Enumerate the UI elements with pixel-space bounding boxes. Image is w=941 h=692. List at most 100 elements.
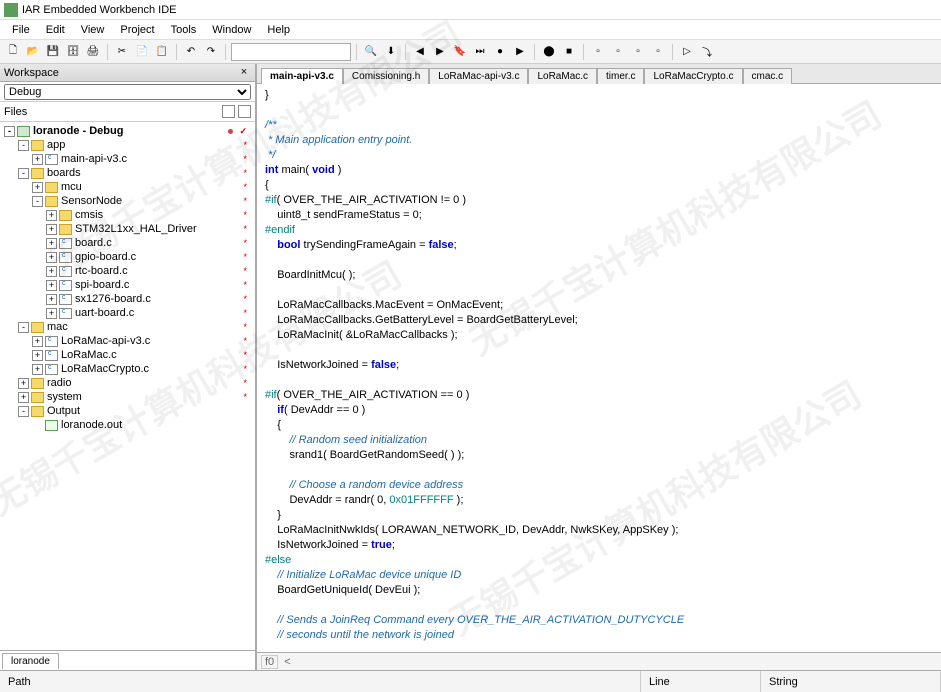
- code-line[interactable]: IsNetworkJoined = false;: [265, 358, 933, 373]
- code-line[interactable]: #if( OVER_THE_AIR_ACTIVATION != 0 ): [265, 193, 933, 208]
- code-line[interactable]: // Initialize LoRaMac device unique ID: [265, 568, 933, 583]
- expand-icon[interactable]: -: [18, 406, 29, 417]
- close-icon[interactable]: ×: [237, 66, 251, 80]
- tree-item[interactable]: -SensorNode*: [0, 194, 255, 208]
- editor-tab[interactable]: LoRaMac-api-v3.c: [429, 68, 528, 84]
- code-line[interactable]: */: [265, 148, 933, 163]
- code-line[interactable]: srand1( BoardGetRandomSeed( ) );: [265, 448, 933, 463]
- menu-view[interactable]: View: [73, 24, 113, 36]
- print-button[interactable]: 🖨: [84, 43, 102, 61]
- code-line[interactable]: }: [265, 508, 933, 523]
- bookmarknext-button[interactable]: ⏭: [471, 43, 489, 61]
- code-line[interactable]: BoardInitMcu( );: [265, 268, 933, 283]
- tree-item[interactable]: +sx1276-board.c*: [0, 292, 255, 306]
- menu-file[interactable]: File: [4, 24, 38, 36]
- code-line[interactable]: IsNetworkJoined = true;: [265, 538, 933, 553]
- expand-icon[interactable]: +: [32, 350, 43, 361]
- expand-icon[interactable]: +: [46, 238, 57, 249]
- toolbar-combo[interactable]: [231, 43, 351, 61]
- editor-tab[interactable]: Comissioning.h: [343, 68, 429, 84]
- tree-item[interactable]: -mac*: [0, 320, 255, 334]
- editor-tab[interactable]: timer.c: [597, 68, 644, 84]
- go-button[interactable]: ▷: [678, 43, 696, 61]
- code-line[interactable]: [265, 283, 933, 298]
- open-button[interactable]: 📂: [24, 43, 42, 61]
- nav2-button[interactable]: ▶: [431, 43, 449, 61]
- run-button[interactable]: ▶: [511, 43, 529, 61]
- menu-window[interactable]: Window: [204, 24, 259, 36]
- expand-icon[interactable]: +: [46, 252, 57, 263]
- expand-icon[interactable]: +: [32, 154, 43, 165]
- code-line[interactable]: #else: [265, 553, 933, 568]
- tree-item[interactable]: loranode.out: [0, 418, 255, 432]
- menu-help[interactable]: Help: [259, 24, 298, 36]
- code-line[interactable]: BoardGetUniqueId( DevEui );: [265, 583, 933, 598]
- expand-icon[interactable]: +: [18, 392, 29, 403]
- tree-item[interactable]: +board.c*: [0, 236, 255, 250]
- tree-item[interactable]: +uart-board.c*: [0, 306, 255, 320]
- expand-icon[interactable]: +: [46, 210, 57, 221]
- expand-icon[interactable]: +: [46, 294, 57, 305]
- code-line[interactable]: // Choose a random device address: [265, 478, 933, 493]
- expand-icon[interactable]: +: [46, 266, 57, 277]
- code-line[interactable]: {: [265, 418, 933, 433]
- code-line[interactable]: }: [265, 88, 933, 103]
- tree-item[interactable]: +LoRaMacCrypto.c*: [0, 362, 255, 376]
- d2-button[interactable]: ▫: [609, 43, 627, 61]
- expand-icon[interactable]: -: [18, 140, 29, 151]
- menu-tools[interactable]: Tools: [163, 24, 205, 36]
- tree-item[interactable]: +main-api-v3.c*: [0, 152, 255, 166]
- menu-project[interactable]: Project: [112, 24, 162, 36]
- code-line[interactable]: // Random seed initialization: [265, 433, 933, 448]
- code-line[interactable]: LoRaMacCallbacks.MacEvent = OnMacEvent;: [265, 298, 933, 313]
- expand-icon[interactable]: +: [18, 378, 29, 389]
- code-line[interactable]: [265, 253, 933, 268]
- code-editor[interactable]: } /** * Main application entry point. */…: [257, 84, 941, 652]
- expand-icon[interactable]: -: [18, 168, 29, 179]
- save-button[interactable]: 💾: [44, 43, 62, 61]
- expand-icon[interactable]: -: [32, 196, 43, 207]
- scroll-left-icon[interactable]: <: [284, 656, 290, 668]
- code-line[interactable]: [265, 463, 933, 478]
- config-combo[interactable]: Debug: [0, 82, 255, 102]
- tree-item[interactable]: +gpio-board.c*: [0, 250, 255, 264]
- expand-icon[interactable]: +: [46, 308, 57, 319]
- code-line[interactable]: /**: [265, 118, 933, 133]
- expand-icon[interactable]: +: [32, 182, 43, 193]
- code-line[interactable]: uint8_t sendFrameStatus = 0;: [265, 208, 933, 223]
- workspace-tab[interactable]: loranode: [2, 653, 59, 669]
- expand-icon[interactable]: +: [46, 280, 57, 291]
- code-line[interactable]: // seconds until the network is joined: [265, 628, 933, 643]
- editor-tab[interactable]: LoRaMac.c: [528, 68, 597, 84]
- code-line[interactable]: {: [265, 178, 933, 193]
- tree-item[interactable]: +radio*: [0, 376, 255, 390]
- header-icon-1[interactable]: [222, 105, 235, 118]
- cut-button[interactable]: ✂: [113, 43, 131, 61]
- tree-item[interactable]: +system*: [0, 390, 255, 404]
- gobp-button[interactable]: ●: [491, 43, 509, 61]
- bp-button[interactable]: ⬤: [540, 43, 558, 61]
- redo-button[interactable]: ↷: [202, 43, 220, 61]
- step-button[interactable]: ⤵: [698, 43, 716, 61]
- code-line[interactable]: LoRaMacInitNwkIds( LORAWAN_NETWORK_ID, D…: [265, 523, 933, 538]
- code-line[interactable]: #endif: [265, 223, 933, 238]
- find-button[interactable]: 🔍: [362, 43, 380, 61]
- code-line[interactable]: LoRaMacCallbacks.GetBatteryLevel = Board…: [265, 313, 933, 328]
- tree-item[interactable]: +LoRaMac.c*: [0, 348, 255, 362]
- tree-item[interactable]: -loranode - Debug✓: [0, 124, 255, 138]
- tree-item[interactable]: +cmsis*: [0, 208, 255, 222]
- undo-button[interactable]: ↶: [182, 43, 200, 61]
- tree-item[interactable]: -boards*: [0, 166, 255, 180]
- code-line[interactable]: int main( void ): [265, 163, 933, 178]
- tree-item[interactable]: +STM32L1xx_HAL_Driver*: [0, 222, 255, 236]
- code-line[interactable]: [265, 373, 933, 388]
- code-line[interactable]: LoRaMacInit( &LoRaMacCallbacks );: [265, 328, 933, 343]
- findnext-button[interactable]: ⬇: [382, 43, 400, 61]
- tree-item[interactable]: +rtc-board.c*: [0, 264, 255, 278]
- tree-item[interactable]: -app*: [0, 138, 255, 152]
- editor-tab[interactable]: cmac.c: [743, 68, 793, 84]
- saveall-button[interactable]: 🗄: [64, 43, 82, 61]
- header-icon-2[interactable]: [238, 105, 251, 118]
- code-line[interactable]: [265, 598, 933, 613]
- paste-button[interactable]: 📋: [153, 43, 171, 61]
